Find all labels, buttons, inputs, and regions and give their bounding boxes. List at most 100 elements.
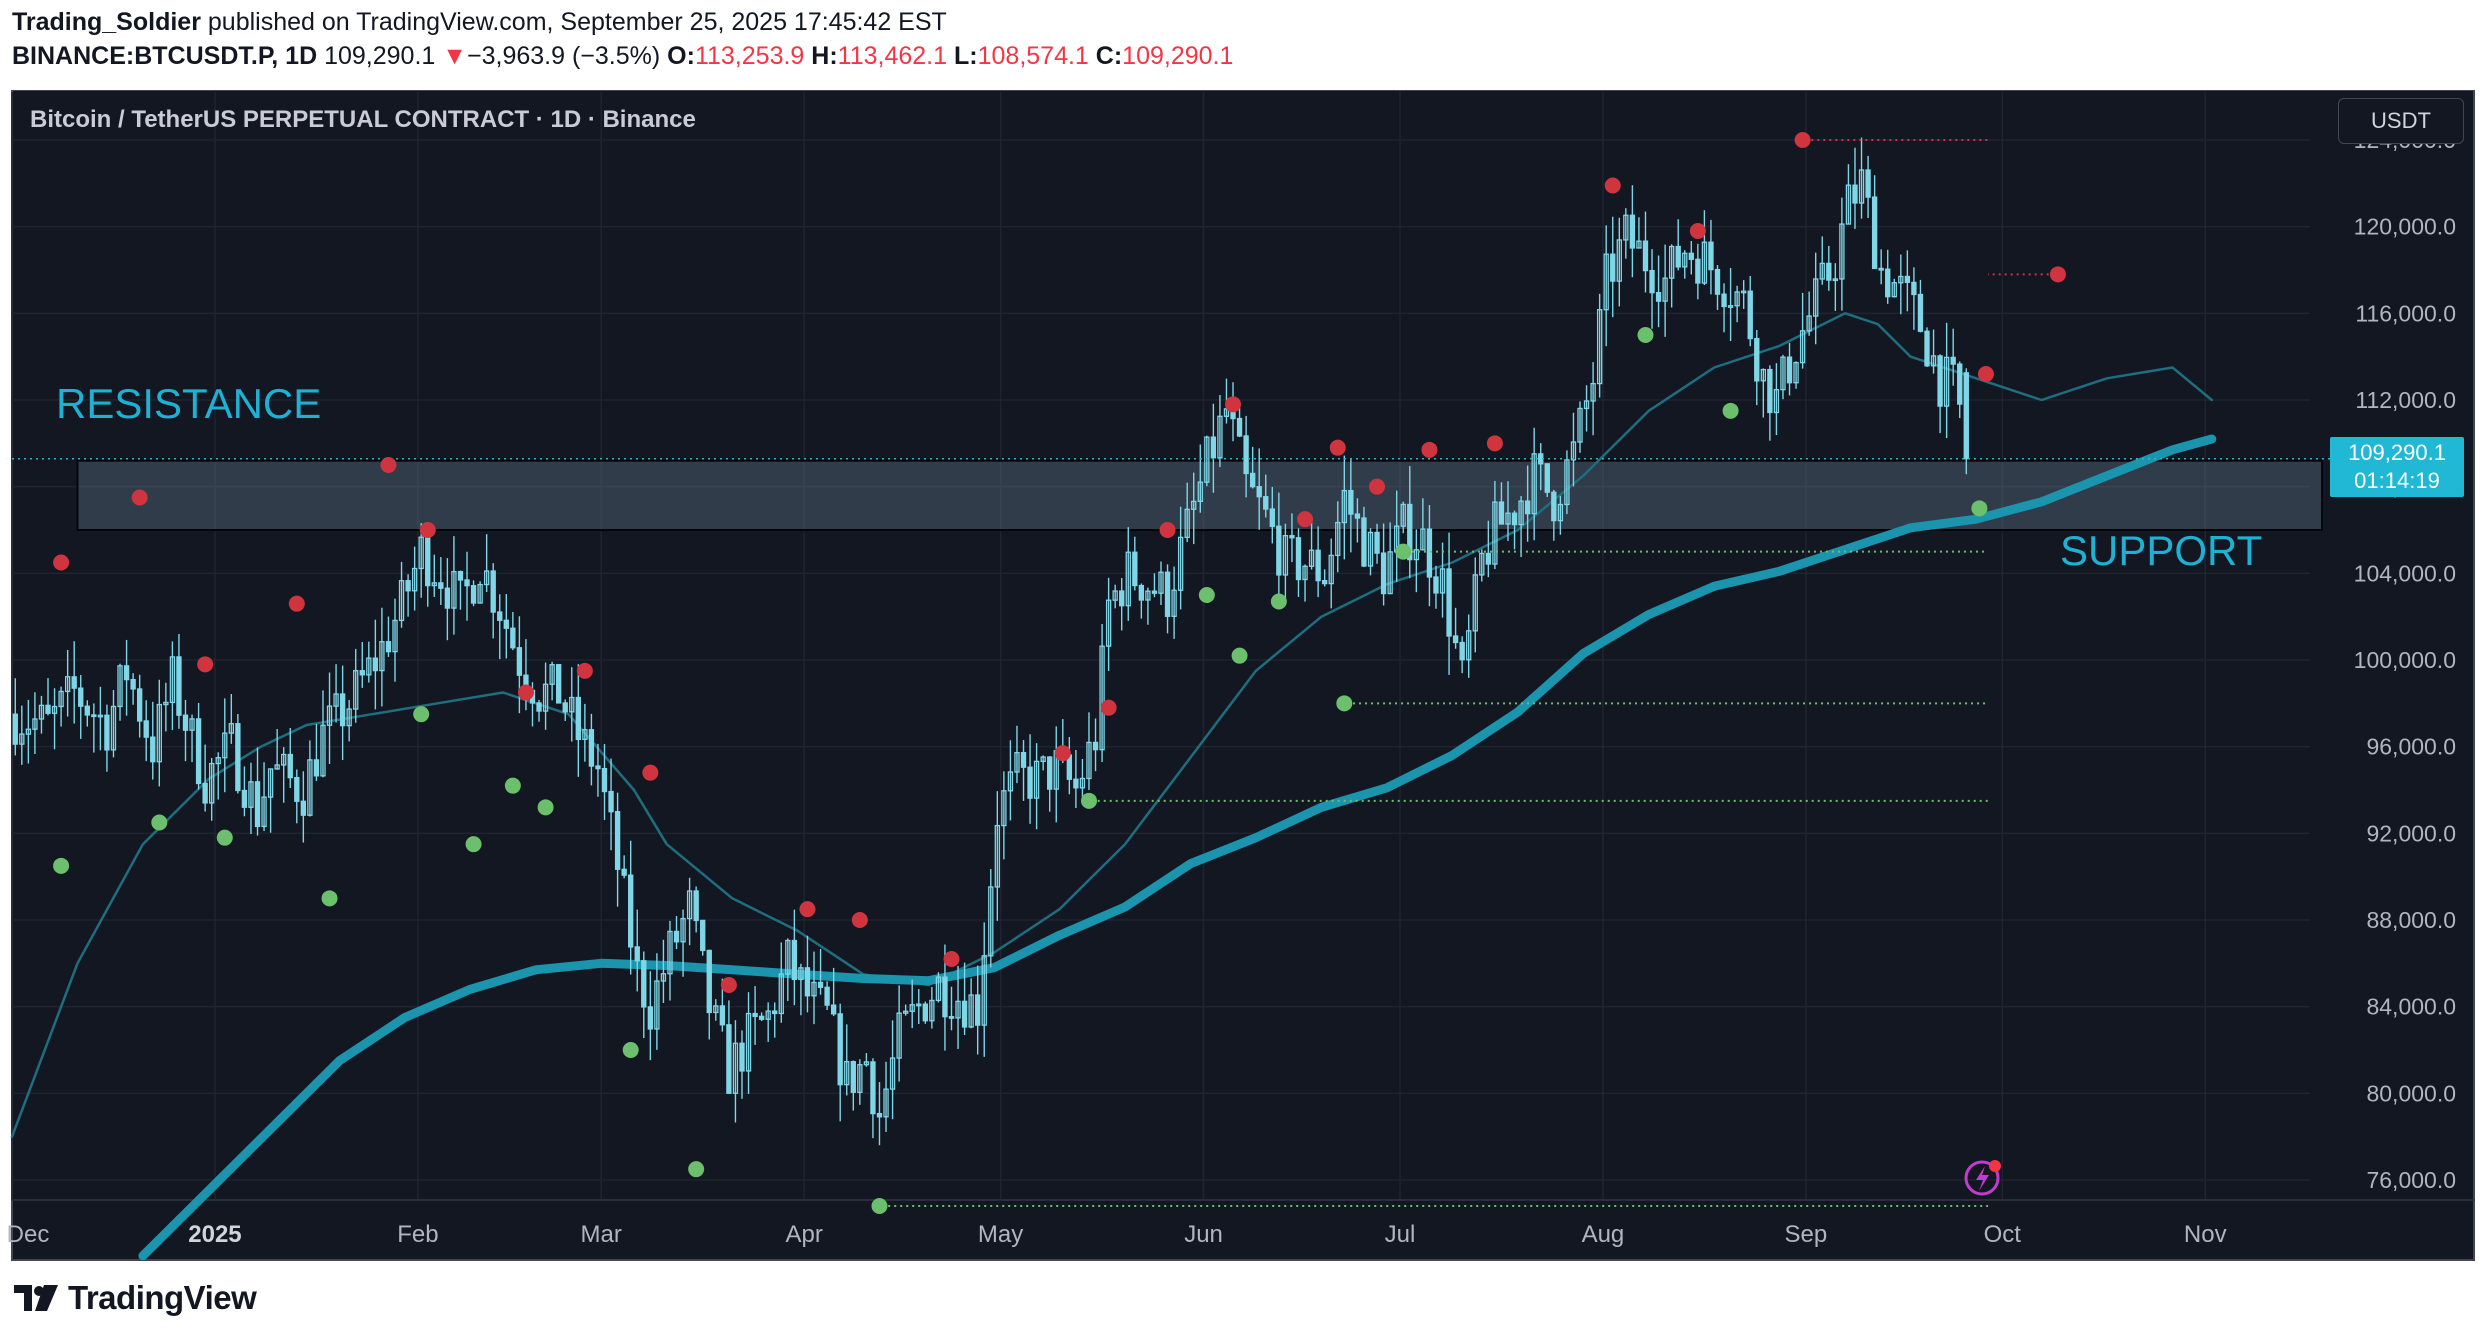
publish-line: Trading_Soldier published on TradingView… [12, 8, 947, 37]
candle-body [693, 890, 699, 922]
candle-body [1236, 417, 1243, 437]
pivot-low-marker [1637, 327, 1654, 343]
tradingview-logo[interactable]: TradingView [14, 1276, 257, 1320]
candle-body [150, 736, 156, 763]
price-tick-label: 88,000.0 [2366, 907, 2456, 933]
publish-header: Trading_Soldier published on TradingView… [0, 0, 2488, 90]
price-tick-label: 112,000.0 [2355, 387, 2456, 413]
candle-body [739, 1042, 745, 1072]
pivot-high-marker [131, 489, 148, 506]
candle-body [1511, 512, 1518, 526]
candle-body [202, 782, 208, 804]
candle-body [588, 729, 595, 767]
currency-button[interactable]: USDT [2338, 98, 2464, 144]
candle-body [1642, 240, 1649, 272]
candle-body [1885, 268, 1891, 298]
candle-body [294, 777, 300, 802]
candle-body [1164, 571, 1171, 617]
price-tick-label: 100,000.0 [2354, 647, 2456, 673]
pivot-low-marker [688, 1161, 705, 1178]
candle-body [1374, 531, 1380, 554]
pivot-low-marker [622, 1042, 639, 1058]
candle-body [470, 585, 477, 604]
pivot-high-marker [1297, 511, 1314, 528]
pivot-low-marker [1395, 543, 1412, 560]
candle-body [575, 696, 581, 741]
candle-body [78, 687, 84, 707]
candle-body [634, 946, 640, 962]
candle-body [464, 579, 470, 587]
pivot-low-marker [1722, 402, 1739, 419]
candle-body [595, 765, 601, 770]
candle-body [1675, 245, 1681, 268]
symbol-line: BINANCE:BTCUSDT.P, 1D 109,290.1 ▼−3,963.… [12, 42, 1233, 71]
candle-body [104, 714, 110, 751]
candle-body [1747, 290, 1753, 340]
pivot-high-marker [851, 912, 868, 928]
price-chart[interactable]: 76,000.0 80,000.0 84,000.0 88,000.0 92,000.0… [0, 90, 2488, 1262]
pivot-low-marker [1971, 500, 1988, 517]
candle-body [1767, 368, 1773, 414]
price-tag-countdown: 01:14:19 [2354, 468, 2440, 493]
candle-body [425, 536, 431, 587]
pivot-high-marker [1369, 478, 1386, 495]
candle-body [1551, 491, 1557, 522]
pivot-low-marker [53, 857, 70, 874]
candle-body [176, 656, 182, 716]
time-tick-label: Mar [581, 1221, 622, 1248]
pivot-low-marker [465, 836, 482, 853]
candle-body [1348, 489, 1354, 515]
candle-body [1852, 184, 1858, 204]
candle-body [1937, 355, 1943, 407]
candle-body [143, 720, 149, 738]
candle-body [1917, 293, 1924, 332]
candle-body [241, 789, 248, 808]
candle-body [182, 714, 189, 731]
candle-body [1027, 766, 1033, 799]
candle-body [1256, 486, 1262, 498]
price-tick-label: 92,000.0 [2366, 820, 2456, 846]
pivot-low-marker [1198, 587, 1215, 603]
pivot-high-marker [2049, 266, 2066, 283]
candle-body [1020, 752, 1027, 768]
candle-body [975, 994, 981, 1026]
candle-body [1446, 568, 1452, 637]
candle-body [1865, 169, 1871, 198]
pivot-high-marker [1054, 745, 1071, 762]
candle-body [1963, 372, 1969, 460]
author-name[interactable]: Trading_Soldier [12, 8, 201, 36]
candle-body [1380, 552, 1387, 595]
pivot-low-marker [321, 890, 338, 907]
candle-body [1138, 584, 1145, 601]
candle-body [1629, 214, 1636, 249]
candle-body [1315, 549, 1321, 582]
candle-body [254, 781, 261, 828]
candle-body [922, 1003, 928, 1022]
price-tick-label: 76,000.0 [2366, 1167, 2456, 1193]
last-price: 109,290.1 [324, 42, 436, 70]
candle-body [1426, 528, 1433, 578]
candle-body [1132, 551, 1138, 587]
candle-body [1688, 252, 1694, 260]
candle-body [405, 580, 411, 592]
candle-body [1151, 590, 1158, 594]
time-tick-label: Dec [7, 1221, 50, 1248]
pivot-high-marker [1486, 435, 1503, 452]
candle-body [1269, 508, 1275, 527]
price-change: −3,963.9 (−3.5%) [467, 42, 661, 70]
tradingview-logo-icon [14, 1285, 58, 1311]
candle-body [948, 1016, 955, 1019]
candle-body [1524, 500, 1531, 515]
candle-body [804, 967, 811, 997]
time-tick-label: Apr [786, 1221, 823, 1248]
pivot-high-marker [1329, 439, 1346, 456]
candle-body [385, 641, 392, 653]
candle-body [961, 1000, 968, 1028]
candle-body [1878, 267, 1884, 271]
candle-body [1826, 262, 1832, 281]
pivot-high-marker [943, 951, 960, 967]
pivot-low-marker [151, 814, 168, 831]
time-tick-label: May [978, 1221, 1023, 1248]
candle-body [130, 678, 136, 690]
pivot-low-marker [537, 799, 554, 816]
